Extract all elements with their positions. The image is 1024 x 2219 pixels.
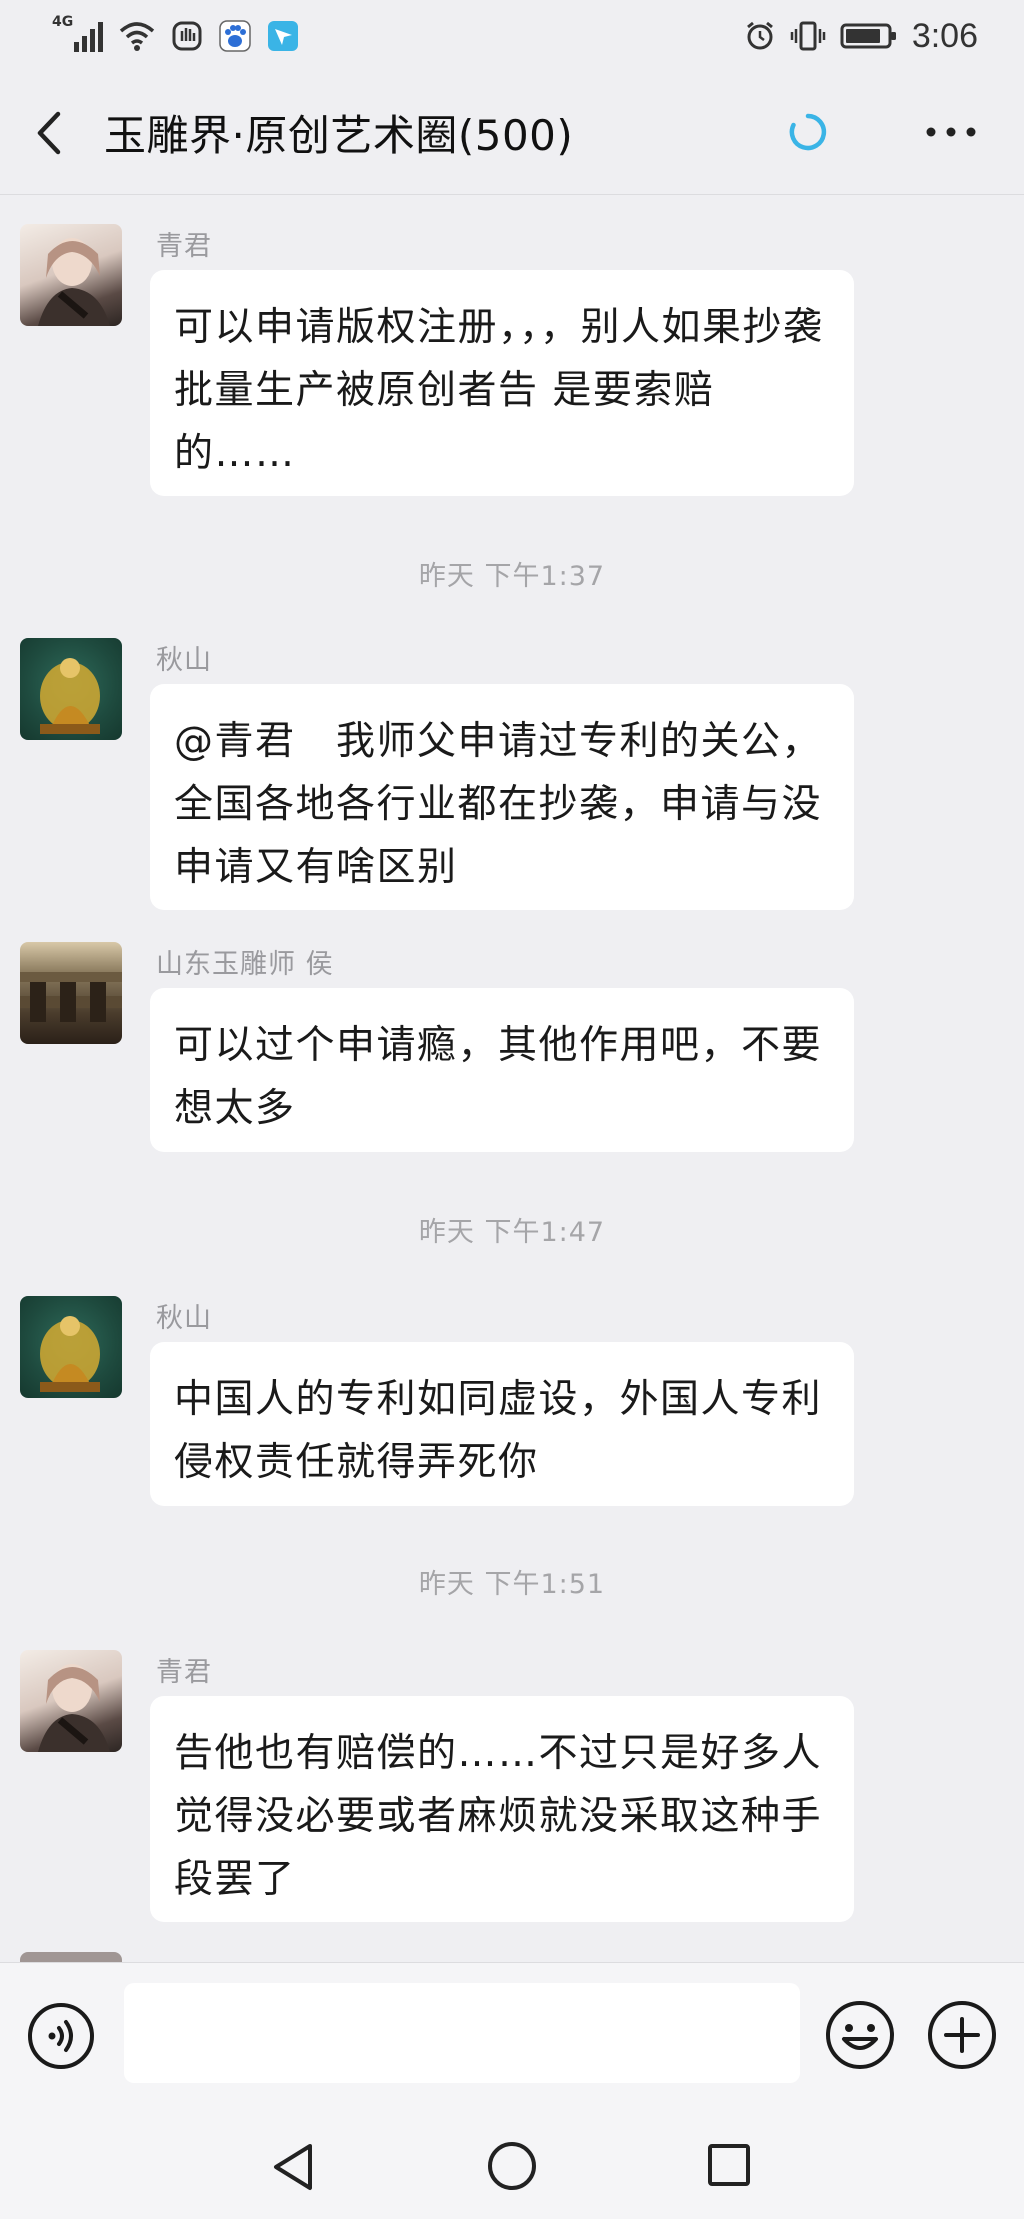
avatar-qingjun[interactable] xyxy=(20,1650,122,1752)
chat-message: 山东玉雕师 侯 可以过个申请瘾，其他作用吧，不要想太多 xyxy=(0,942,1024,1162)
timestamp-divider: 昨天 下午1:47 xyxy=(418,1217,606,1248)
chat-input-bar xyxy=(0,1962,1024,2113)
alarm-icon xyxy=(746,21,773,50)
message-bubble[interactable]: 中国人的专利如同虚设，外国人专利侵权责任就得弄死你 xyxy=(150,1342,854,1506)
sender-name: 青君 xyxy=(156,1657,212,1688)
more-dots-icon[interactable] xyxy=(925,122,977,142)
square-recent-icon[interactable] xyxy=(706,2142,752,2188)
message-input[interactable] xyxy=(124,1983,800,2083)
circle-home-icon[interactable] xyxy=(486,2140,538,2192)
sender-name: 青君 xyxy=(156,231,212,262)
hand-icon xyxy=(172,21,202,51)
chat-message: 秋山 中国人的专利如同虚设，外国人专利侵权责任就得弄死你 xyxy=(0,1296,1024,1516)
system-nav-bar xyxy=(0,2112,1024,2219)
avatar-shandong[interactable] xyxy=(20,942,122,1044)
avatar-qingjun[interactable] xyxy=(20,224,122,326)
voice-icon[interactable] xyxy=(26,2001,96,2071)
timestamp-divider: 昨天 下午1:37 xyxy=(418,561,606,592)
status-bar: 4G 3:06 xyxy=(0,0,1024,72)
status-right: 3:06 xyxy=(744,14,978,58)
chat-message: 秋山 @青君 我师父申请过专利的关公，全国各地各行业都在抄袭，申请与没申请又有啥… xyxy=(0,638,1024,918)
avatar-qiushan[interactable] xyxy=(20,1296,122,1398)
clock: 3:06 xyxy=(911,16,978,55)
sender-name: 山东玉雕师 侯 xyxy=(156,949,334,980)
baidu-paw-icon xyxy=(219,20,251,52)
sender-name: 秋山 xyxy=(156,1303,212,1334)
battery-icon xyxy=(840,23,896,49)
vibrate-icon xyxy=(790,21,826,51)
loading-spinner-icon xyxy=(789,113,827,151)
status-left: 4G xyxy=(52,14,300,58)
sender-name: 秋山 xyxy=(156,645,212,676)
signal-icon xyxy=(74,22,103,52)
avatar-qiushan[interactable] xyxy=(20,638,122,740)
emoji-icon[interactable] xyxy=(824,1999,896,2071)
next-avatar-peek xyxy=(20,1952,122,1962)
app-notification-icon xyxy=(268,21,298,51)
timestamp-divider: 昨天 下午1:51 xyxy=(418,1569,606,1600)
triangle-back-icon[interactable] xyxy=(268,2140,318,2194)
wifi-icon xyxy=(119,22,155,51)
message-bubble[interactable]: 可以申请版权注册，，，别人如果抄袭批量生产被原创者告 是要索赔的…… xyxy=(150,270,854,496)
group-title: 玉雕界·原创艺术圈(500) xyxy=(104,111,574,160)
message-bubble[interactable]: 告他也有赔偿的……不过只是好多人觉得没必要或者麻烦就没采取这种手段罢了 xyxy=(150,1696,854,1922)
chat-message: 青君 可以申请版权注册，，，别人如果抄袭批量生产被原创者告 是要索赔的…… xyxy=(0,224,1024,504)
plus-circle-icon[interactable] xyxy=(926,1999,998,2071)
chevron-left-icon[interactable] xyxy=(30,110,70,156)
message-bubble[interactable]: @青君 我师父申请过专利的关公，全国各地各行业都在抄袭，申请与没申请又有啥区别 xyxy=(150,684,854,910)
network-indicator: 4G xyxy=(52,14,104,56)
message-bubble[interactable]: 可以过个申请瘾，其他作用吧，不要想太多 xyxy=(150,988,854,1152)
chat-message: 青君 告他也有赔偿的……不过只是好多人觉得没必要或者麻烦就没采取这种手段罢了 xyxy=(0,1650,1024,1930)
chat-header: 玉雕界·原创艺术圈(500) xyxy=(0,72,1024,195)
